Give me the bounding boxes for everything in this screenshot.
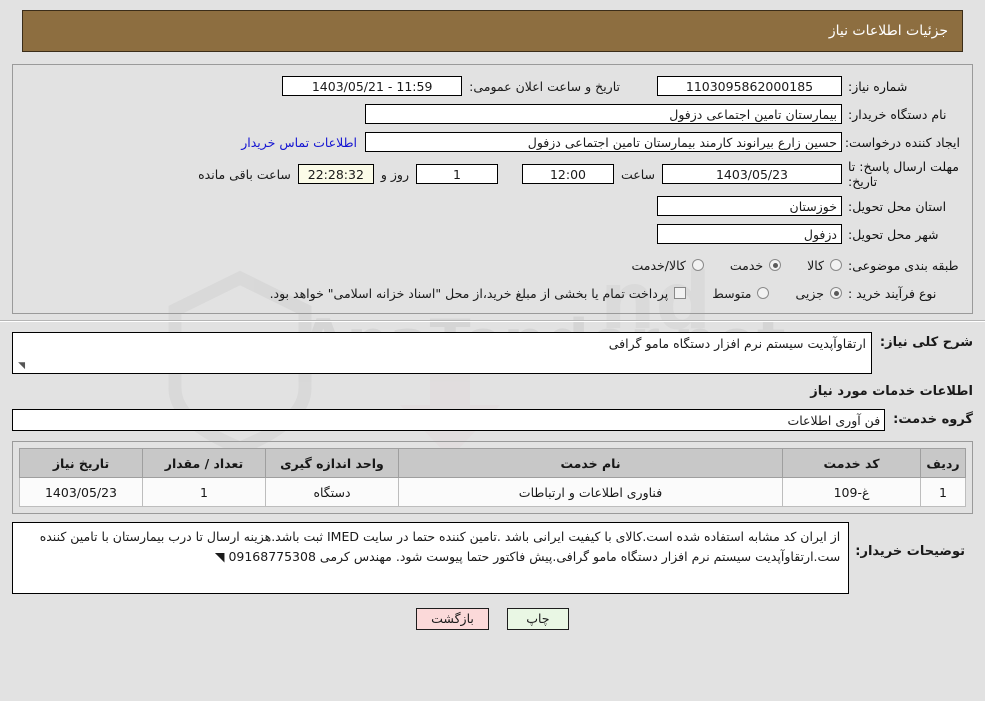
service-group-value: فن آوری اطلاعات: [12, 409, 886, 431]
resize-grip-icon[interactable]: ◥: [215, 549, 225, 564]
category-radio-group: کالا خدمت کالا/خدمت: [605, 258, 842, 273]
buyer-org-value: بیمارستان تامین اجتماعی دزفول: [365, 104, 842, 124]
category-option-label: کالا/خدمت: [631, 257, 686, 273]
resize-grip-icon[interactable]: ◥: [15, 362, 25, 372]
announcement-label: تاریخ و ساعت اعلان عمومی:: [469, 78, 620, 94]
summary-section: شرح کلی نیاز: ارتقاوآپدیت سیستم نرم افزا…: [12, 332, 973, 431]
days-label: روز و: [380, 166, 409, 182]
treasury-checkbox-note: پرداخت تمام یا بخشی از مبلغ خرید،از محل …: [269, 285, 669, 301]
buyer-contact-link[interactable]: اطلاعات تماس خریدار: [233, 135, 365, 150]
process-option-jozei[interactable]: جزیی: [795, 286, 842, 301]
cell-unit: دستگاه: [265, 477, 399, 507]
th-date: تاریخ نیاز: [19, 448, 143, 478]
radio-icon[interactable]: [757, 287, 770, 299]
remaining-days-value: 1: [415, 164, 498, 184]
page-header: جزئیات اطلاعات نیاز: [22, 10, 963, 52]
province-value: خوزستان: [657, 196, 842, 216]
summary-label: شرح کلی نیاز:: [879, 335, 973, 350]
process-option-label: جزیی: [795, 285, 824, 301]
back-button[interactable]: بازگشت: [416, 608, 489, 630]
buyer-notes-label: توضیحات خریدار:: [855, 544, 965, 559]
process-type-label: نوع فرآیند خرید :: [848, 285, 937, 301]
services-section-title: اطلاعات خدمات مورد نیاز: [810, 384, 973, 399]
services-table-container: ردیف کد خدمت نام خدمت واحد اندازه گیری ت…: [12, 441, 973, 514]
table-row: 1 غ-109 فناوری اطلاعات و ارتباطات دستگاه…: [19, 477, 966, 507]
cell-date: 1403/05/23: [19, 477, 143, 507]
radio-icon-selected[interactable]: [769, 259, 782, 271]
creator-label: ایجاد کننده درخواست:: [844, 134, 960, 150]
radio-icon[interactable]: [830, 259, 842, 271]
service-group-label: گروه خدمت:: [893, 412, 973, 427]
need-number-value: 1103095862000185: [657, 76, 842, 96]
th-unit: واحد اندازه گیری: [265, 448, 399, 478]
deadline-date-value: 1403/05/23: [662, 164, 842, 184]
table-header-row: ردیف کد خدمت نام خدمت واحد اندازه گیری ت…: [19, 448, 966, 478]
cell-quantity: 1: [142, 477, 266, 507]
cell-row: 1: [920, 477, 966, 507]
remaining-hours-label: ساعت باقی مانده: [198, 166, 291, 182]
countdown-timer: 22:28:32: [297, 164, 374, 184]
row-creator: ایجاد کننده درخواست: حسین زارع بیرانوند …: [25, 131, 960, 153]
buyer-notes-text: از ایران کد مشابه استفاده شده است.کالای …: [39, 529, 841, 564]
services-table: ردیف کد خدمت نام خدمت واحد اندازه گیری ت…: [19, 448, 966, 507]
category-option-khedmat[interactable]: خدمت: [729, 257, 782, 273]
cell-code: غ-109: [782, 477, 921, 507]
process-option-label: متوسط: [712, 285, 752, 301]
hour-label: ساعت: [620, 166, 655, 182]
deadline-time-value: 12:00: [521, 164, 614, 184]
row-deadline: مهلت ارسال پاسخ: تا تاریخ: 1403/05/23 سا…: [25, 159, 960, 189]
summary-textarea[interactable]: ارتقاوآپدیت سیستم نرم افزار دستگاه مامو …: [12, 332, 872, 374]
category-option-label: خدمت: [729, 257, 764, 273]
row-summary: شرح کلی نیاز: ارتقاوآپدیت سیستم نرم افزا…: [12, 332, 973, 374]
deadline-label: مهلت ارسال پاسخ: تا تاریخ:: [848, 159, 959, 189]
category-option-label: کالا: [807, 257, 824, 273]
row-province: استان محل تحویل: خوزستان: [25, 195, 960, 217]
row-category: طبقه بندی موضوعی: کالا خدمت کالا/خدمت: [25, 254, 960, 276]
th-row: ردیف: [920, 448, 966, 478]
row-process-type: نوع فرآیند خرید : جزیی متوسط پرداخت تمام…: [25, 282, 960, 304]
th-code: کد خدمت: [782, 448, 921, 478]
print-button[interactable]: چاپ: [506, 608, 569, 630]
row-buyer-org: نام دستگاه خریدار: بیمارستان تامین اجتما…: [25, 103, 960, 125]
buyer-notes-textarea[interactable]: از ایران کد مشابه استفاده شده است.کالای …: [12, 522, 850, 594]
city-label: شهر محل تحویل:: [848, 226, 939, 242]
section-divider: [0, 320, 985, 322]
cell-name: فناوری اطلاعات و ارتباطات: [398, 477, 783, 507]
action-buttons: چاپ بازگشت: [0, 608, 985, 630]
radio-icon[interactable]: [691, 259, 704, 271]
province-label: استان محل تحویل:: [848, 198, 947, 214]
city-value: دزفول: [657, 224, 842, 244]
th-quantity: تعداد / مقدار: [142, 448, 266, 478]
buyer-org-label: نام دستگاه خریدار:: [848, 106, 947, 122]
process-option-motavaset[interactable]: متوسط: [712, 285, 770, 301]
treasury-checkbox[interactable]: [674, 287, 687, 299]
creator-value: حسین زارع بیرانوند کارمند بیمارستان تامی…: [365, 132, 842, 152]
page-title: جزئیات اطلاعات نیاز: [828, 23, 948, 39]
need-number-label: شماره نیاز:: [848, 78, 908, 94]
row-service-group: گروه خدمت: فن آوری اطلاعات: [12, 409, 973, 431]
row-need-number: شماره نیاز: 1103095862000185 تاریخ و ساع…: [25, 75, 960, 97]
category-option-kala[interactable]: کالا: [807, 258, 842, 273]
radio-icon-selected[interactable]: [830, 287, 842, 299]
announcement-value: 11:59 - 1403/05/21: [282, 76, 463, 96]
category-label: طبقه بندی موضوعی:: [848, 257, 959, 273]
process-radio-group: جزیی متوسط: [686, 286, 842, 301]
category-option-kala-khedmat[interactable]: کالا/خدمت: [631, 257, 704, 273]
buyer-notes-row: توضیحات خریدار: از ایران کد مشابه استفاد…: [12, 522, 973, 594]
need-info-panel: شماره نیاز: 1103095862000185 تاریخ و ساع…: [12, 64, 973, 314]
th-name: نام خدمت: [398, 448, 783, 478]
row-city: شهر محل تحویل: دزفول: [25, 223, 960, 245]
summary-text: ارتقاوآپدیت سیستم نرم افزار دستگاه مامو …: [608, 336, 866, 351]
